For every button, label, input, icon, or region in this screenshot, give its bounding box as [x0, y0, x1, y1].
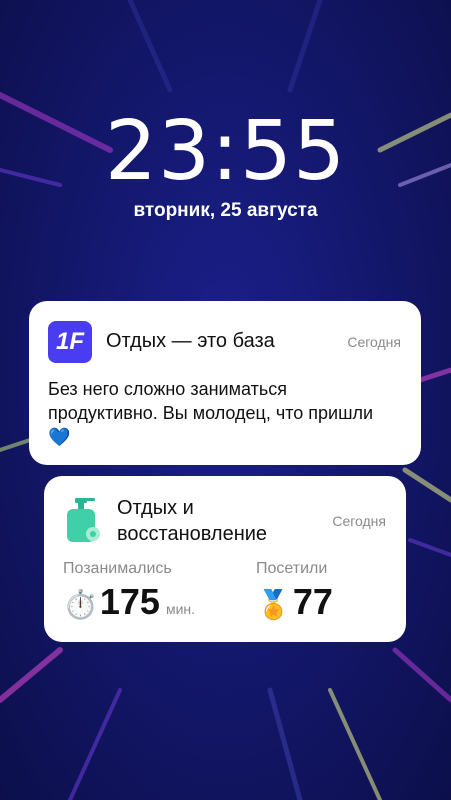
notification-time: Сегодня — [332, 513, 386, 529]
notification-time: Сегодня — [347, 334, 401, 350]
notification-body: Без него сложно заниматься продуктивно. … — [48, 377, 388, 449]
app-logo-icon: 1F — [48, 321, 92, 363]
stat-value-trained: 175 — [99, 581, 160, 622]
notification-title: Отдых — это база — [106, 330, 275, 352]
stat-visited: 🏅 77 — [256, 581, 333, 623]
notification-title: Отдых и восстановление — [117, 497, 268, 545]
lockscreen-date: вторник, 25 августа — [133, 200, 318, 221]
stat-trained: ⏱️ 175 мин. — [63, 581, 195, 623]
notification-body-text: Без него сложно заниматься продуктивно. … — [48, 379, 374, 423]
blue-heart-icon: 💙 — [48, 427, 71, 447]
stopwatch-icon: ⏱️ — [63, 589, 98, 620]
medal-icon: 🏅 — [256, 589, 291, 620]
notification-card-rest-recovery[interactable]: Отдых и восстановление Сегодня Позанимал… — [44, 476, 406, 642]
stat-label-trained: Позанимались — [63, 560, 172, 577]
stat-label-visited: Посетили — [256, 560, 328, 577]
stat-unit-minutes: мин. — [165, 601, 196, 617]
lockscreen-clock: 23:55 — [104, 104, 347, 199]
notification-card-rest-is-base[interactable]: 1F Отдых — это база Сегодня Без него сло… — [29, 301, 421, 465]
sanitizer-bottle-icon — [67, 498, 100, 542]
stat-value-visited: 77 — [292, 581, 333, 622]
